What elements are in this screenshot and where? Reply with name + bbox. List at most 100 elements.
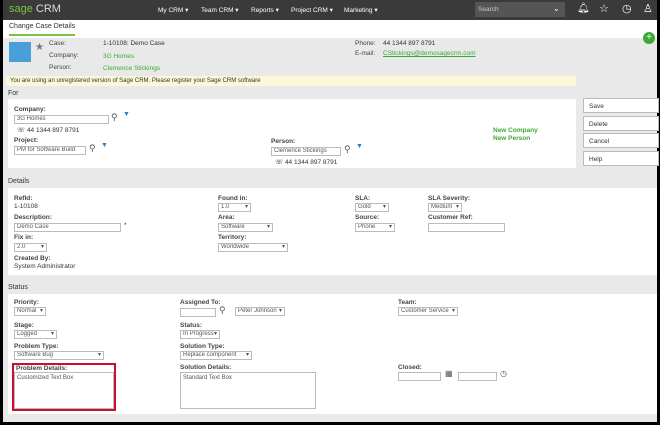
- search-icon[interactable]: ⚲: [89, 143, 96, 154]
- email-label: E-mail:: [355, 50, 376, 57]
- closed-date-input[interactable]: [398, 372, 441, 381]
- sla-select[interactable]: Gold: [355, 203, 389, 212]
- chevron-down-icon[interactable]: ⌄: [553, 4, 560, 13]
- person-phone: ☏ 44 1344 897 8791: [275, 159, 338, 166]
- section-details-title: Details: [8, 178, 30, 185]
- required-mark: *: [124, 222, 127, 229]
- bell-icon[interactable]: 🔔︎: [577, 3, 590, 14]
- team-label: Team:: [398, 299, 417, 306]
- company-phone: ☏ 44 1344 897 8791: [17, 127, 80, 134]
- menu-marketing[interactable]: Marketing ▾: [344, 6, 378, 14]
- tab-bar: Change Case Details: [3, 20, 657, 38]
- user-icon[interactable]: ♙: [643, 2, 653, 15]
- menu-team-crm[interactable]: Team CRM ▾: [201, 6, 239, 14]
- closed-time-input[interactable]: [458, 372, 497, 381]
- territory-label: Territory:: [218, 234, 247, 241]
- area-select[interactable]: Software: [218, 223, 273, 232]
- area-label: Area:: [218, 214, 235, 221]
- priority-label: Priority:: [14, 299, 39, 306]
- problem-details-label: Problem Details:: [16, 365, 68, 372]
- stage-select[interactable]: Logged: [14, 330, 57, 339]
- sla-severity-select[interactable]: Medium: [428, 203, 462, 212]
- created-by-value: System Administrator: [14, 263, 76, 270]
- team-select[interactable]: Customer Service: [398, 307, 458, 316]
- problem-details-textarea[interactable]: Customized Text Box: [14, 372, 114, 409]
- solution-type-label: Solution Type:: [180, 343, 225, 350]
- assigned-to-input[interactable]: [180, 308, 216, 317]
- assigned-to-label: Assigned To:: [180, 299, 221, 306]
- person-input[interactable]: Clemence Stickings: [271, 147, 341, 156]
- sla-severity-label: SLA Severity:: [428, 195, 471, 202]
- assigned-to-select[interactable]: Peter Johnson: [235, 307, 285, 316]
- territory-select[interactable]: Worldwide: [218, 243, 288, 252]
- calendar-icon[interactable]: ▦: [445, 369, 453, 378]
- menu-my-crm[interactable]: My CRM ▾: [158, 6, 188, 14]
- description-label: Description:: [14, 214, 52, 221]
- problem-type-select[interactable]: Software Bug: [14, 351, 104, 360]
- found-in-label: Found in:: [218, 195, 248, 202]
- fix-in-label: Fix in:: [14, 234, 34, 241]
- solution-details-label: Solution Details:: [180, 364, 232, 371]
- refid-label: RefId:: [14, 195, 33, 202]
- clock-icon[interactable]: ◷: [500, 369, 507, 378]
- customer-ref-input[interactable]: [428, 223, 505, 232]
- person-label: Person:: [49, 64, 72, 71]
- project-field-label: Project:: [14, 137, 39, 144]
- new-person-link[interactable]: New Person: [493, 135, 530, 142]
- case-folder-icon: [9, 42, 31, 62]
- fix-in-select[interactable]: 2.0: [14, 243, 47, 252]
- dropdown-arrow-icon[interactable]: ▼: [123, 111, 130, 118]
- app-window: sage CRM My CRM ▾ Team CRM ▾ Reports ▾ P…: [3, 0, 659, 422]
- priority-select[interactable]: Normal: [14, 307, 46, 316]
- closed-label: Closed:: [398, 364, 422, 371]
- tab-change-case-details[interactable]: Change Case Details: [9, 23, 76, 36]
- company-field-label: Company:: [14, 106, 46, 113]
- help-button[interactable]: Help: [583, 151, 659, 166]
- add-icon[interactable]: +: [643, 32, 655, 44]
- dropdown-arrow-icon[interactable]: ▼: [101, 142, 108, 149]
- unregistered-banner: You are using an unregistered version of…: [6, 76, 576, 86]
- cancel-button[interactable]: Cancel: [583, 133, 659, 148]
- search-icon[interactable]: ⚲: [111, 112, 118, 123]
- refid-value: 1-10108: [14, 203, 38, 210]
- save-button[interactable]: Save: [583, 98, 659, 113]
- project-input[interactable]: PM for Software Build: [14, 146, 86, 155]
- stage-label: Stage:: [14, 322, 34, 329]
- solution-details-textarea[interactable]: Standard Text Box: [180, 372, 316, 409]
- search-icon[interactable]: ⚲: [219, 305, 226, 316]
- top-nav: sage CRM My CRM ▾ Team CRM ▾ Reports ▾ P…: [3, 0, 657, 20]
- phone-label: Phone:: [355, 40, 376, 47]
- phone-value: 44 1344 897 8791: [383, 40, 436, 47]
- found-in-select[interactable]: 1.0: [218, 203, 251, 212]
- case-label: Case:: [49, 40, 66, 47]
- source-label: Source:: [355, 214, 380, 221]
- status-label: Status:: [180, 322, 203, 329]
- person-field-label: Person:: [271, 138, 296, 145]
- company-label: Company:: [49, 52, 79, 59]
- company-input[interactable]: 3G Homes: [14, 115, 109, 124]
- section-for-title: For: [8, 90, 19, 97]
- new-company-link[interactable]: New Company: [493, 127, 538, 134]
- star-icon[interactable]: ☆: [599, 2, 609, 15]
- dropdown-arrow-icon[interactable]: ▼: [356, 143, 363, 150]
- customer-ref-label: Customer Ref:: [428, 214, 473, 221]
- problem-type-label: Problem Type:: [14, 343, 59, 350]
- section-status-title: Status: [8, 284, 28, 291]
- sla-label: SLA:: [355, 195, 371, 202]
- logo: sage CRM: [9, 3, 61, 15]
- menu-project-crm[interactable]: Project CRM ▾: [291, 6, 333, 14]
- description-input[interactable]: Demo Case: [14, 223, 121, 232]
- email-link[interactable]: CStickings@demosagecrm.com: [383, 50, 476, 57]
- delete-button[interactable]: Delete: [583, 116, 659, 131]
- clock-icon[interactable]: ◷: [622, 2, 632, 15]
- status-select[interactable]: In Progress: [180, 330, 220, 339]
- solution-type-select[interactable]: Replace component: [180, 351, 252, 360]
- favorite-star-icon[interactable]: ★: [35, 42, 44, 53]
- person-link[interactable]: Clemence Stickings: [103, 65, 160, 72]
- menu-reports[interactable]: Reports ▾: [251, 6, 279, 14]
- search-input[interactable]: Search: [475, 2, 565, 17]
- case-value: 1-10108: Demo Case: [103, 40, 165, 47]
- company-link[interactable]: 3G Homes: [103, 53, 134, 60]
- search-icon[interactable]: ⚲: [344, 144, 351, 155]
- source-select[interactable]: Phone: [355, 223, 395, 232]
